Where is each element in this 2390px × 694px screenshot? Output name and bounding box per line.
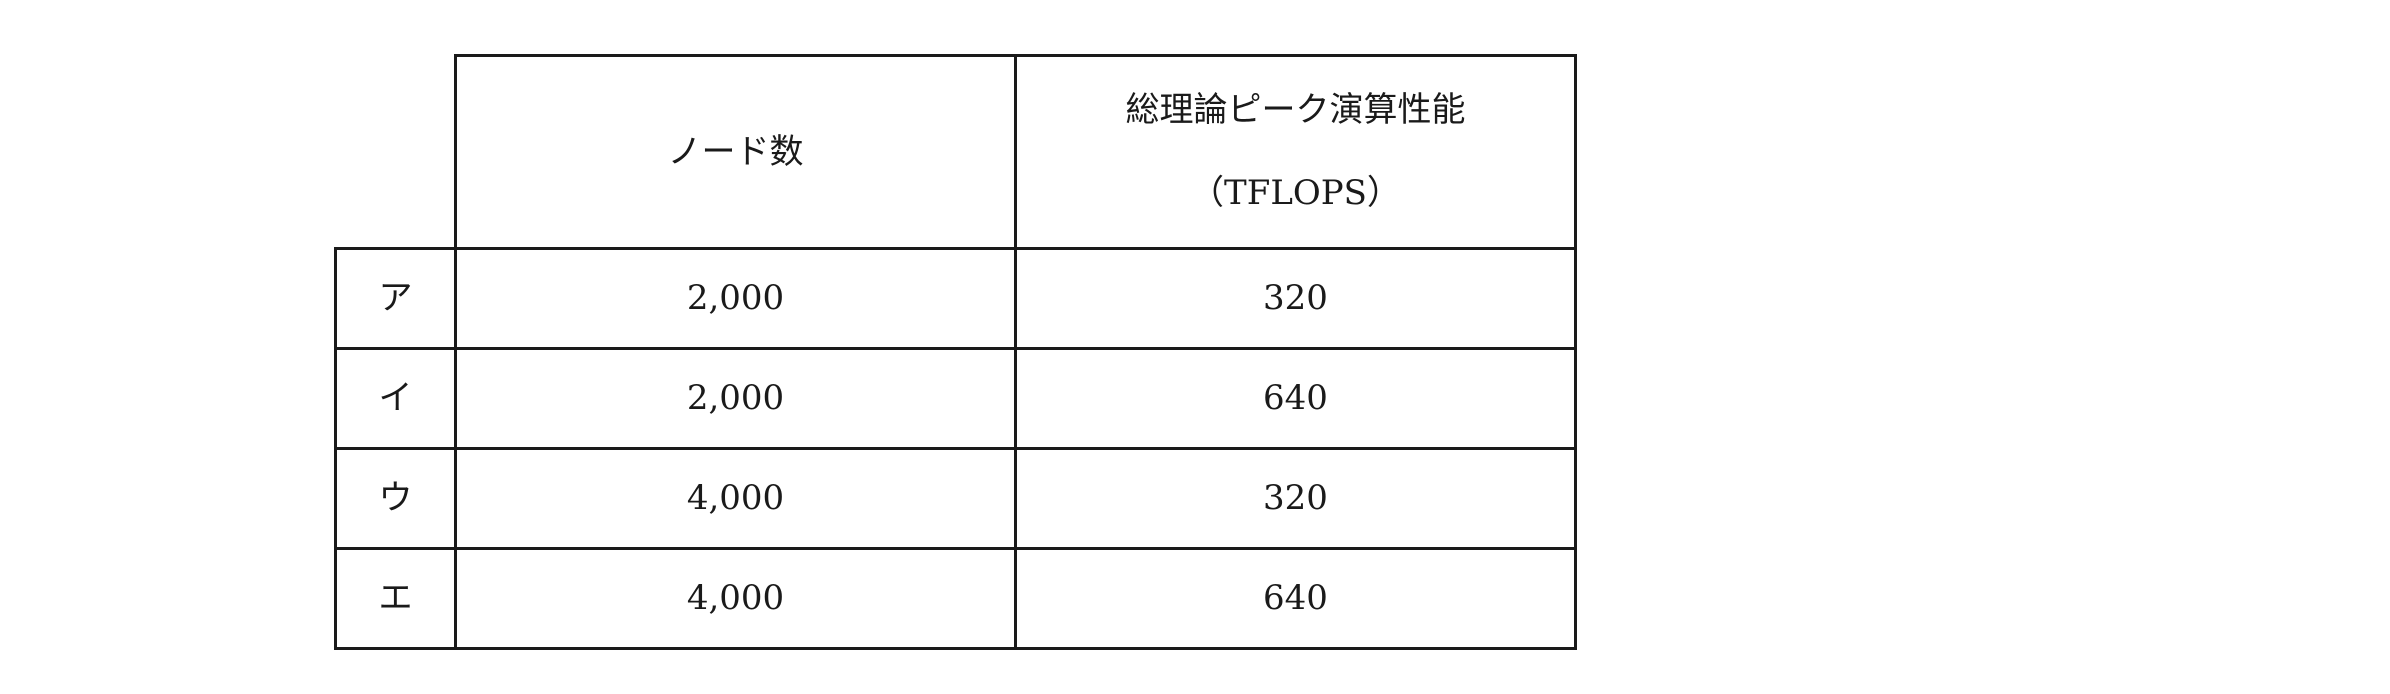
answer-choice-table: ノード数 総理論ピーク演算性能 （TFLOPS） ア 2,000 320 イ 2… (334, 54, 1577, 650)
peak-performance-cell: 320 (1014, 447, 1577, 550)
table-row: ア 2,000 320 (334, 247, 1577, 350)
table-header-row: ノード数 総理論ピーク演算性能 （TFLOPS） (335, 54, 1577, 250)
choice-label: ウ (334, 447, 457, 550)
node-count-cell: 2,000 (454, 247, 1017, 350)
header-peak-performance-label: 総理論ピーク演算性能 (1125, 90, 1466, 131)
table-row: エ 4,000 640 (334, 547, 1577, 650)
peak-performance-cell: 320 (1014, 247, 1577, 350)
table-row: ウ 4,000 320 (334, 447, 1577, 550)
node-count-cell: 2,000 (454, 347, 1017, 450)
node-count-cell: 4,000 (454, 547, 1017, 650)
header-peak-performance-unit: （TFLOPS） (1190, 173, 1401, 213)
header-node-count-label: ノード数 (667, 131, 804, 172)
choice-label: エ (334, 547, 457, 650)
table-row: イ 2,000 640 (334, 347, 1577, 450)
node-count-cell: 4,000 (454, 447, 1017, 550)
header-peak-performance: 総理論ピーク演算性能 （TFLOPS） (1014, 54, 1577, 250)
table-corner-cell (335, 55, 457, 250)
choice-label: イ (334, 347, 457, 450)
choice-label: ア (334, 247, 457, 350)
peak-performance-cell: 640 (1014, 347, 1577, 450)
peak-performance-cell: 640 (1014, 547, 1577, 650)
header-node-count: ノード数 (454, 54, 1017, 250)
